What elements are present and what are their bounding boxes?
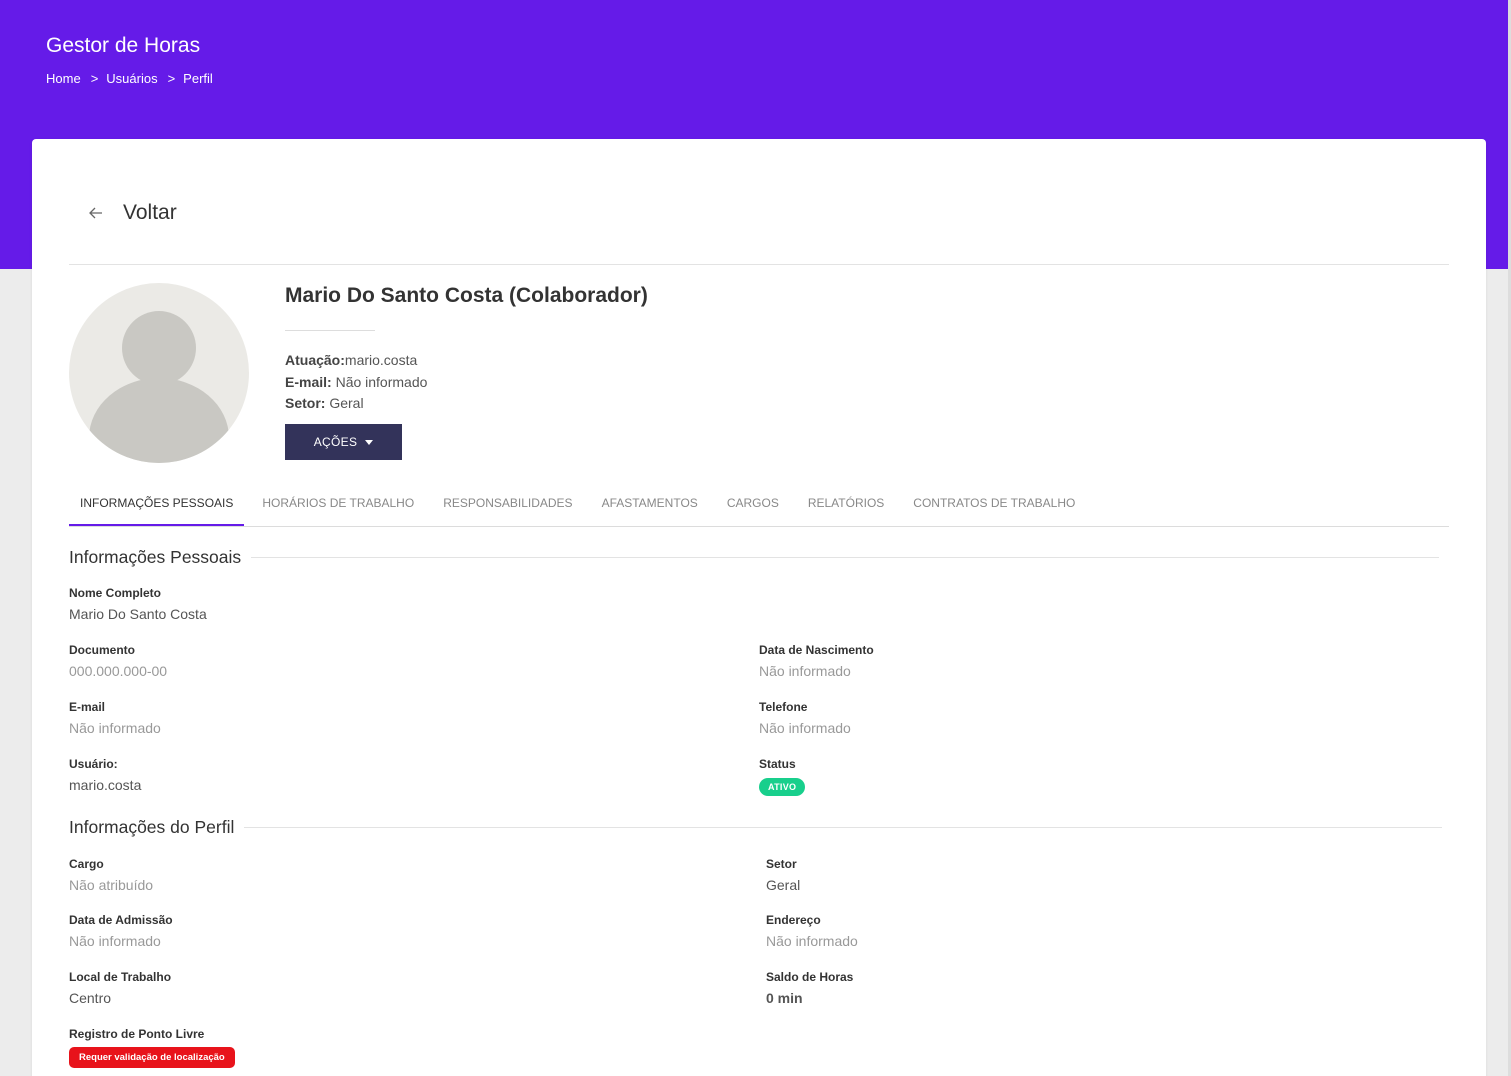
field-phone: Telefone Não informado — [759, 700, 851, 736]
avatar-body-icon — [89, 378, 229, 463]
actions-button[interactable]: AÇÕES — [285, 424, 402, 460]
field-label: Status — [759, 757, 796, 771]
field-value: mario.costa — [69, 777, 142, 793]
profile-card: Voltar Mario Do Santo Costa (Colaborador… — [32, 139, 1486, 1076]
breadcrumb-separator: > — [167, 71, 176, 86]
atuacao-label: Atuação: — [285, 352, 345, 368]
tab-reports[interactable]: RELATÓRIOS — [797, 489, 895, 526]
divider — [244, 827, 1443, 828]
field-label: E-mail — [69, 700, 106, 714]
field-value: Não informado — [69, 933, 161, 949]
field-label: Nome Completo — [69, 586, 162, 600]
field-label: Registro de Ponto Livre — [69, 1027, 205, 1041]
tab-bar: INFORMAÇÕES PESSOAIS HORÁRIOS DE TRABALH… — [69, 489, 1449, 527]
avatar-head-icon — [122, 311, 196, 385]
divider — [69, 264, 1449, 265]
actions-label: AÇÕES — [313, 435, 358, 449]
field-username: Usuário: mario.costa — [69, 757, 141, 793]
field-value: Não informado — [766, 933, 858, 949]
breadcrumb-home[interactable]: Home — [46, 71, 81, 86]
field-label: Cargo — [69, 857, 104, 871]
field-label: Usuário: — [69, 757, 118, 771]
field-value: 000.000.000-00 — [69, 663, 168, 679]
breadcrumb-users[interactable]: Usuários — [106, 71, 157, 86]
field-label: Local de Trabalho — [69, 970, 172, 984]
profile-name: Mario Do Santo Costa (Colaborador) — [285, 284, 648, 307]
field-workplace: Local de Trabalho Centro — [69, 970, 171, 1006]
back-label[interactable]: Voltar — [123, 201, 177, 225]
field-setor: Setor Geral — [766, 857, 800, 893]
field-birth-date: Data de Nascimento Não informado — [759, 643, 874, 679]
breadcrumb-profile: Perfil — [183, 71, 213, 86]
app-title: Gestor de Horas — [46, 34, 201, 57]
location-validation-badge: Requer validação de localização — [69, 1047, 235, 1068]
tab-work-contracts[interactable]: CONTRATOS DE TRABALHO — [902, 489, 1086, 526]
field-value: Não informado — [759, 663, 851, 679]
setor-value: Geral — [329, 395, 364, 411]
field-free-clock: Registro de Ponto Livre Requer validação… — [69, 1027, 235, 1068]
field-admission-date: Data de Admissão Não informado — [69, 913, 173, 949]
field-cargo: Cargo Não atribuído — [69, 857, 153, 893]
section-personal-info: Informações Pessoais — [69, 547, 1440, 568]
field-value: Geral — [766, 877, 801, 893]
section-profile-info: Informações do Perfil — [69, 817, 1443, 838]
tab-responsibilities[interactable]: RESPONSABILIDADES — [432, 489, 583, 526]
breadcrumb-separator: > — [90, 71, 99, 86]
field-label: Saldo de Horas — [766, 970, 854, 984]
caret-down-icon — [365, 439, 374, 445]
tab-leaves[interactable]: AFASTAMENTOS — [591, 489, 709, 526]
avatar — [69, 283, 249, 463]
arrow-left-icon[interactable] — [84, 201, 108, 225]
field-label: Telefone — [759, 700, 808, 714]
field-label: Data de Nascimento — [759, 643, 874, 657]
field-hours-balance: Saldo de Horas 0 min — [766, 970, 853, 1006]
field-value: Não informado — [759, 720, 851, 736]
tab-positions[interactable]: CARGOS — [716, 489, 790, 526]
field-address: Endereço Não informado — [766, 913, 858, 949]
email-label: E-mail: — [285, 373, 332, 390]
back-button[interactable]: Voltar — [84, 201, 177, 225]
field-value: 0 min — [766, 990, 803, 1006]
status-badge: ATIVO — [759, 778, 806, 796]
field-label: Documento — [69, 643, 135, 657]
field-value: Mario Do Santo Costa — [69, 606, 207, 622]
section-title: Informações Pessoais — [69, 547, 242, 567]
field-document: Documento 000.000.000-00 — [69, 643, 167, 679]
field-label: Data de Admissão — [69, 913, 173, 927]
divider — [251, 557, 1440, 558]
profile-meta: Atuação:mario.costa E-mail: Não informad… — [285, 350, 427, 415]
field-email: E-mail Não informado — [69, 700, 161, 736]
atuacao-value: mario.costa — [344, 352, 418, 368]
field-value: Não atribuído — [69, 877, 154, 893]
setor-label: Setor: — [285, 395, 326, 411]
breadcrumb: Home > Usuários > Perfil — [46, 71, 213, 86]
field-label: Endereço — [766, 913, 821, 927]
section-title: Informações do Perfil — [69, 817, 235, 837]
email-value: Não informado — [335, 373, 428, 390]
tab-work-schedules[interactable]: HORÁRIOS DE TRABALHO — [251, 489, 425, 526]
field-value: Centro — [69, 990, 112, 1006]
divider — [285, 330, 375, 331]
tab-personal-info[interactable]: INFORMAÇÕES PESSOAIS — [69, 489, 245, 526]
field-status: Status ATIVO — [759, 757, 806, 796]
field-label: Setor — [766, 857, 797, 871]
field-value: Não informado — [69, 720, 161, 736]
field-full-name: Nome Completo Mario Do Santo Costa — [69, 586, 207, 622]
